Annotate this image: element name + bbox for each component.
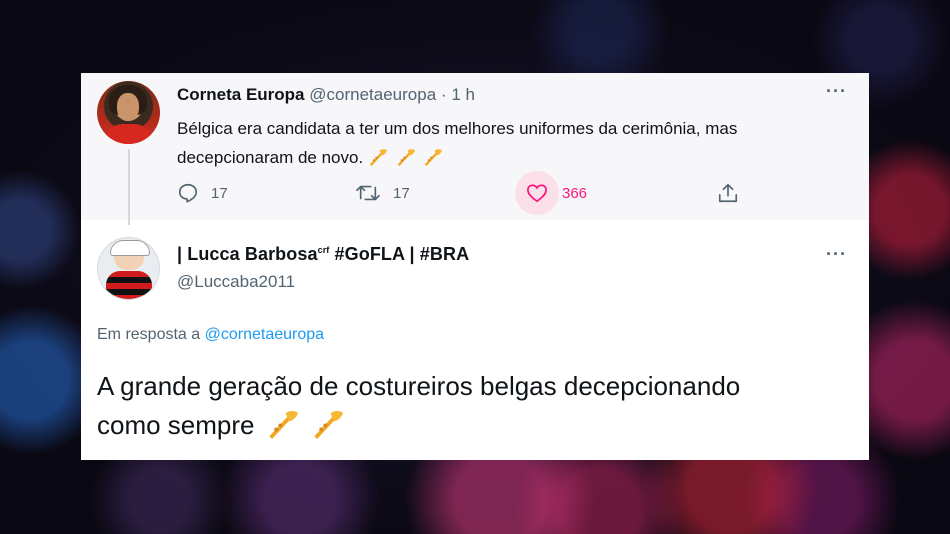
reply-button[interactable]: 17 bbox=[177, 176, 228, 210]
reply-context: Em resposta a @cornetaeuropa bbox=[97, 326, 324, 344]
tweet-text: Bélgica era candidata a ter um dos melho… bbox=[177, 114, 857, 172]
tweet-parent[interactable]: Corneta Europa @cornetaeuropa · 1 h ··· … bbox=[81, 73, 869, 220]
thread-connector-line bbox=[128, 149, 130, 225]
emoji-group bbox=[368, 148, 446, 167]
like-count: 366 bbox=[562, 184, 588, 202]
trumpet-icon bbox=[269, 411, 298, 439]
avatar-shirt bbox=[103, 124, 154, 144]
tweet-thread-card: Corneta Europa @cornetaeuropa · 1 h ··· … bbox=[81, 73, 869, 460]
avatar-hat bbox=[110, 240, 150, 256]
display-name[interactable]: Corneta Europa bbox=[177, 85, 305, 104]
reply-icon bbox=[178, 183, 198, 203]
tweet-header: Corneta Europa @cornetaeuropa · 1 h bbox=[177, 85, 475, 105]
separator: · bbox=[440, 85, 447, 104]
trumpet-icon bbox=[425, 149, 443, 166]
user-handle[interactable]: @Luccaba2011 bbox=[177, 272, 295, 292]
tweet-text-line: como sempre bbox=[97, 410, 255, 440]
like-highlight bbox=[515, 171, 559, 215]
display-name-text: | Lucca Barbosa bbox=[177, 244, 318, 264]
display-name[interactable]: | Lucca Barbosacrf #GoFLA | #BRA bbox=[177, 244, 469, 264]
trumpet-icon bbox=[314, 411, 343, 439]
display-name-suffix: #GoFLA | #BRA bbox=[329, 244, 470, 264]
retweet-count: 17 bbox=[393, 184, 410, 202]
avatar-face bbox=[117, 93, 139, 121]
tweet-text-line: A grande geração de costureiros belgas d… bbox=[97, 371, 741, 401]
avatar[interactable] bbox=[97, 237, 160, 300]
trumpet-icon bbox=[369, 149, 387, 166]
reply-count: 17 bbox=[211, 184, 228, 202]
share-icon bbox=[718, 183, 738, 203]
tweet-text-line: decepcionaram de novo. bbox=[177, 148, 364, 167]
timestamp[interactable]: 1 h bbox=[451, 85, 475, 104]
tweet-text: A grande geração de costureiros belgas d… bbox=[97, 367, 857, 445]
user-handle[interactable]: @cornetaeuropa bbox=[309, 85, 436, 104]
like-button[interactable]: 366 bbox=[515, 171, 588, 215]
tweet-actions: 17 17 366 bbox=[177, 171, 757, 215]
tweet-text-line: Bélgica era candidata a ter um dos melho… bbox=[177, 119, 738, 138]
share-button[interactable] bbox=[717, 176, 739, 210]
reply-prefix: Em resposta a bbox=[97, 326, 205, 343]
retweet-icon bbox=[356, 185, 380, 201]
avatar[interactable] bbox=[97, 81, 160, 144]
reply-to-link[interactable]: @cornetaeuropa bbox=[205, 326, 324, 343]
heart-icon bbox=[527, 184, 547, 203]
tweet-header: | Lucca Barbosacrf #GoFLA | #BRA bbox=[177, 244, 469, 265]
more-options-icon[interactable]: ··· bbox=[826, 81, 847, 102]
display-name-superscript: crf bbox=[317, 245, 330, 255]
trumpet-icon bbox=[397, 149, 415, 166]
avatar-jersey bbox=[106, 271, 152, 299]
retweet-button[interactable]: 17 bbox=[355, 176, 410, 210]
more-options-icon[interactable]: ··· bbox=[826, 244, 847, 265]
